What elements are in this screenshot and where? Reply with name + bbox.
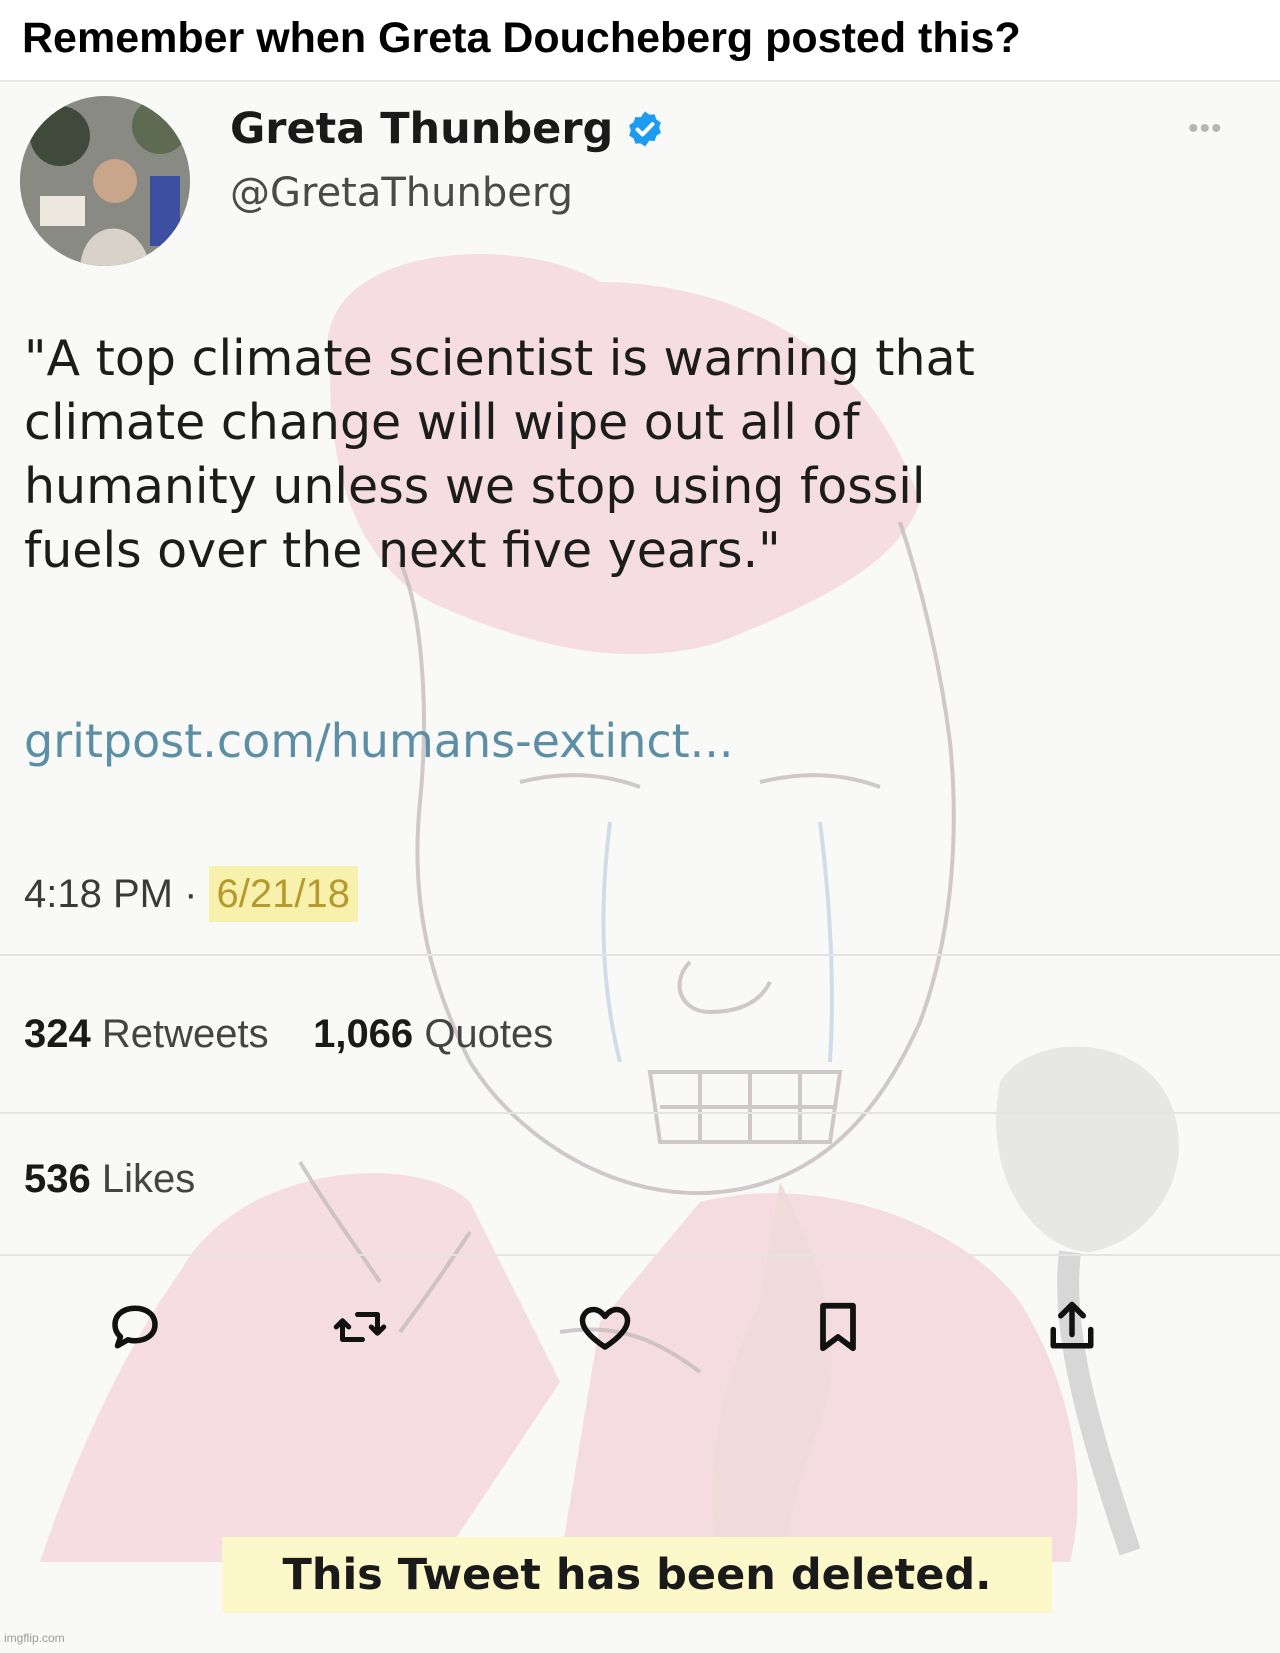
user-handle[interactable]: @GretaThunberg xyxy=(230,170,573,216)
deleted-notice: This Tweet has been deleted. xyxy=(222,1537,1052,1613)
avatar[interactable] xyxy=(20,96,190,266)
retweets-stat[interactable]: 324 Retweets xyxy=(24,1012,269,1056)
tweet-text: "A top climate scientist is warning that… xyxy=(24,330,975,579)
quotes-count: 1,066 xyxy=(313,1012,414,1056)
tweet-card: Greta Thunberg @GretaThunberg ••• "A top… xyxy=(0,80,1280,1653)
divider xyxy=(0,1254,1280,1256)
share-icon[interactable] xyxy=(1042,1297,1102,1357)
tweet-timestamp[interactable]: 4:18 PM · 6/21/18 xyxy=(24,866,358,922)
author-name-row: Greta Thunberg xyxy=(230,104,665,154)
avatar-photo-icon xyxy=(20,96,190,266)
imgflip-watermark: imgflip.com xyxy=(4,1631,65,1645)
retweets-count: 324 xyxy=(24,1012,91,1056)
retweet-icon[interactable] xyxy=(330,1297,390,1357)
likes-count: 536 xyxy=(24,1157,91,1201)
verified-badge-icon xyxy=(629,111,662,147)
likes-label: Likes xyxy=(101,1157,196,1201)
retweets-label: Retweets xyxy=(101,1012,269,1056)
divider xyxy=(0,954,1280,956)
tweet-link[interactable]: gritpost.com/humans-extinct... xyxy=(24,714,734,768)
meme-caption: Remember when Greta Doucheberg posted th… xyxy=(22,14,1021,62)
bookmark-icon[interactable] xyxy=(808,1297,868,1357)
reply-icon[interactable] xyxy=(105,1297,165,1357)
like-icon[interactable] xyxy=(575,1297,635,1357)
more-dots-icon[interactable]: ••• xyxy=(1188,112,1223,146)
likes-stat[interactable]: 536 Likes xyxy=(24,1157,195,1202)
tweet-time: 4:18 PM xyxy=(24,872,173,916)
display-name[interactable]: Greta Thunberg xyxy=(230,104,613,154)
tweet-date: 6/21/18 xyxy=(208,866,358,922)
divider xyxy=(0,1112,1280,1114)
quotes-label: Quotes xyxy=(424,1012,554,1056)
quotes-stat[interactable]: 1,066 Quotes xyxy=(313,1012,553,1056)
engagement-stats-row: 324 Retweets 1,066 Quotes xyxy=(24,1012,553,1057)
crying-wojak-overlay xyxy=(40,254,1179,1562)
timestamp-separator: · xyxy=(172,872,209,916)
